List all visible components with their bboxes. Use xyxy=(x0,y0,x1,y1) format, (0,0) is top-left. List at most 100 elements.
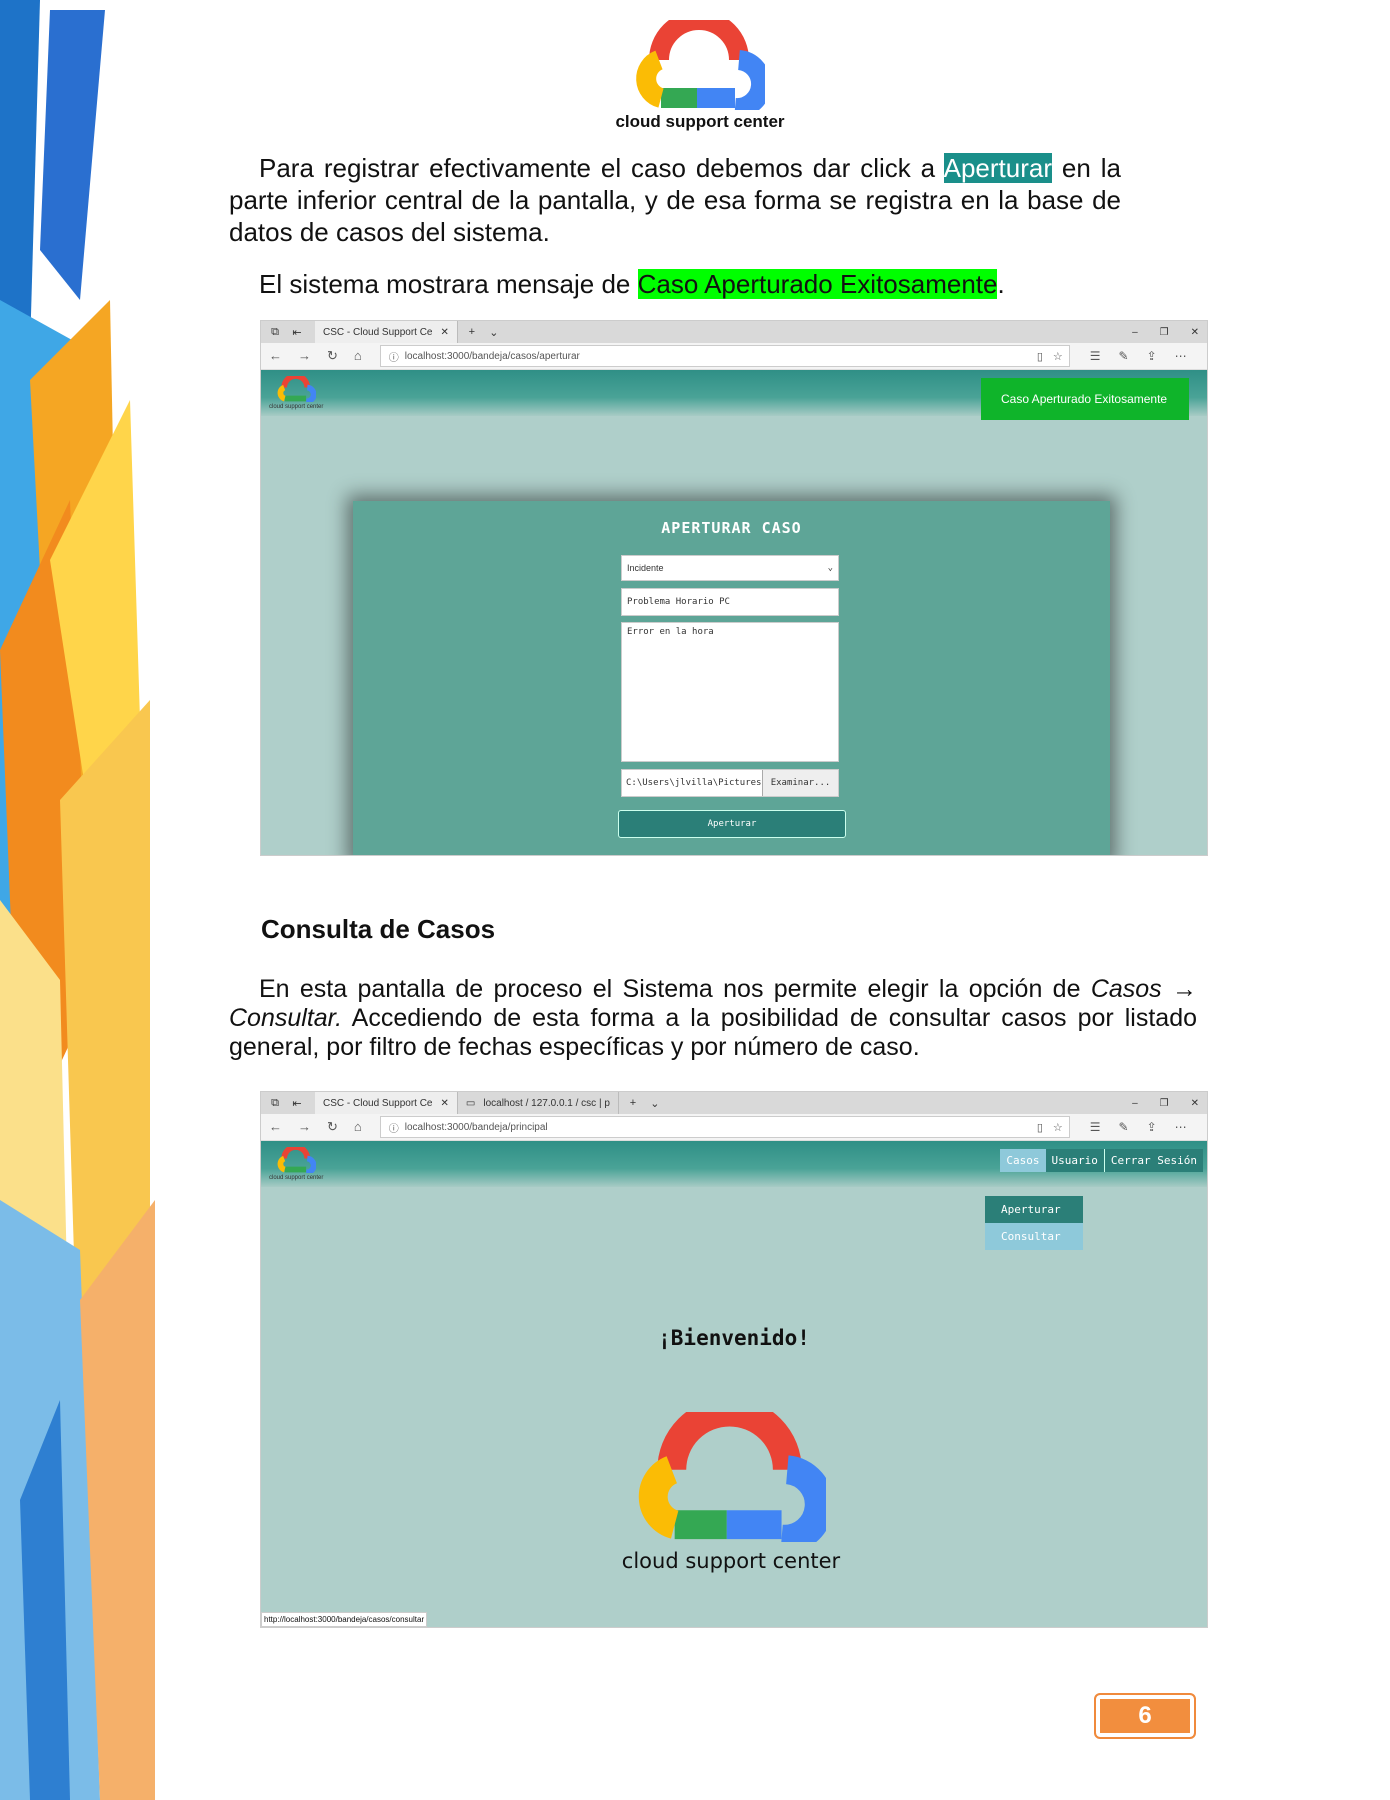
reading-view-icon[interactable]: ▯ xyxy=(1037,1121,1043,1134)
main-menu: Casos Usuario Cerrar Sesión xyxy=(1000,1149,1203,1172)
window-controls: – ❐ ✕ xyxy=(1132,1098,1207,1109)
dropdown-consultar[interactable]: Consultar xyxy=(985,1223,1083,1250)
tab-title: CSC - Cloud Support Ce xyxy=(323,326,433,338)
share-icon[interactable]: ⇪ xyxy=(1147,1120,1157,1134)
cloud-logo-icon xyxy=(638,1397,834,1554)
page-icon: ▭ xyxy=(465,1097,476,1109)
aperturar-button[interactable]: Aperturar xyxy=(618,810,846,838)
minimize-icon[interactable]: – xyxy=(1132,1098,1138,1109)
subject-input[interactable]: Problema Horario PC xyxy=(621,588,839,616)
home-icon[interactable]: ⌂ xyxy=(354,1119,362,1135)
refresh-icon[interactable]: ↻ xyxy=(327,1119,338,1135)
back-icon[interactable]: ← xyxy=(269,1119,282,1135)
file-input[interactable]: C:\Users\jlvilla\Pictures\He Examinar... xyxy=(621,769,839,797)
more-icon[interactable]: ⋯ xyxy=(1175,1120,1187,1134)
url-field[interactable]: ⓘ localhost:3000/bandeja/principal ▯ ☆ xyxy=(379,1116,1070,1138)
case-type-select[interactable]: Incidente ⌄ xyxy=(621,555,839,581)
dropdown-aperturar[interactable]: Aperturar xyxy=(985,1196,1083,1223)
more-icon[interactable]: ⋯ xyxy=(1175,349,1187,363)
tab-title: CSC - Cloud Support Ce xyxy=(323,1097,433,1109)
description-textarea[interactable]: Error en la hora xyxy=(621,622,839,762)
close-icon[interactable]: ✕ xyxy=(441,327,449,338)
share-icon[interactable]: ⇪ xyxy=(1147,349,1157,363)
app-logo[interactable]: cloud support center xyxy=(269,1144,324,1181)
restore-icon[interactable]: ❐ xyxy=(1160,327,1169,338)
forward-icon[interactable]: → xyxy=(298,1119,311,1135)
browser-tab[interactable]: CSC - Cloud Support Ce ✕ xyxy=(315,1092,458,1114)
favorites-icon[interactable]: ☰ xyxy=(1090,1120,1101,1134)
page-number: 6 xyxy=(1094,1693,1196,1739)
para3-text-start: En esta pantalla de proceso el Sistema n… xyxy=(259,975,1091,1003)
close-icon[interactable]: ✕ xyxy=(441,1098,449,1109)
welcome-heading: ¡Bienvenido! xyxy=(658,1326,810,1350)
file-path: C:\Users\jlvilla\Pictures\He xyxy=(626,778,762,788)
paragraph-consulta: En esta pantalla de proceso el Sistema n… xyxy=(229,975,1197,1062)
menu-cerrar-sesion[interactable]: Cerrar Sesión xyxy=(1103,1149,1203,1172)
back-icon[interactable]: ← xyxy=(269,348,282,364)
new-tab-icon[interactable]: + xyxy=(625,1097,641,1109)
menu-casos[interactable]: Casos xyxy=(1000,1149,1046,1172)
aperturar-form-panel: APERTURAR CASO Incidente ⌄ Problema Horar… xyxy=(353,501,1110,855)
star-icon[interactable]: ☆ xyxy=(1053,350,1063,363)
chevron-down-icon[interactable]: ⌄ xyxy=(486,326,502,339)
cloud-logo-icon xyxy=(277,1144,317,1176)
chevron-down-icon[interactable]: ⌄ xyxy=(647,1097,663,1110)
info-icon: ⓘ xyxy=(388,1123,399,1135)
browser-tab-bar: ⧉ ⇤ CSC - Cloud Support Ce ✕ + ⌄ – ❐ ✕ xyxy=(261,321,1207,343)
browse-button[interactable]: Examinar... xyxy=(762,770,838,796)
para3-text-end: Accediendo de esta forma a la posibilida… xyxy=(229,1004,1197,1061)
paragraph-aperturar: Para registrar efectivamente el caso deb… xyxy=(229,152,1121,248)
screenshot-aperturar-caso: ⧉ ⇤ CSC - Cloud Support Ce ✕ + ⌄ – ❐ ✕ ← … xyxy=(260,320,1208,856)
star-icon[interactable]: ☆ xyxy=(1053,1121,1063,1134)
close-window-icon[interactable]: ✕ xyxy=(1191,1098,1199,1109)
browser-tab-2[interactable]: ▭ localhost / 127.0.0.1 / csc | p xyxy=(457,1092,619,1114)
close-window-icon[interactable]: ✕ xyxy=(1191,327,1199,338)
restore-icon[interactable]: ❐ xyxy=(1160,1098,1169,1109)
pen-icon[interactable]: ✎ xyxy=(1119,349,1129,363)
app-logo[interactable]: cloud support center xyxy=(269,373,324,410)
app-header: cloud support center Caso Aperturado Exi… xyxy=(261,370,1207,420)
decorative-side-graphic xyxy=(0,0,160,1800)
browser-tab-bar: ⧉ ⇤ CSC - Cloud Support Ce ✕ ▭ localhost /… xyxy=(261,1092,1207,1114)
tab-list-icon[interactable]: ⧉ xyxy=(267,326,283,339)
section-title: Consulta de Casos xyxy=(261,914,496,944)
tab-list-icon[interactable]: ⧉ xyxy=(267,1097,283,1110)
window-controls: – ❐ ✕ xyxy=(1132,327,1207,338)
app-logo-text: cloud support center xyxy=(269,1175,324,1181)
url-text: localhost:3000/bandeja/casos/aperturar xyxy=(404,350,580,362)
minimize-icon[interactable]: – xyxy=(1132,327,1138,338)
para1-text-start: Para registrar efectivamente el caso deb… xyxy=(259,153,944,183)
favorites-icon[interactable]: ☰ xyxy=(1090,349,1101,363)
casos-dropdown: Aperturar Consultar xyxy=(985,1196,1083,1250)
para2-text-start: El sistema mostrara mensaje de xyxy=(259,269,638,299)
refresh-icon[interactable]: ↻ xyxy=(327,348,338,364)
brand-name: cloud support center xyxy=(615,112,785,131)
cloud-logo-icon xyxy=(277,373,317,405)
highlight-success: Caso Aperturado Exitosamente xyxy=(637,269,998,299)
success-toast: Caso Aperturado Exitosamente xyxy=(981,378,1189,420)
chevron-down-icon: ⌄ xyxy=(827,563,833,573)
paragraph-success-message: El sistema mostrara mensaje de Caso Aper… xyxy=(229,268,1121,300)
tab-back-icon[interactable]: ⇤ xyxy=(289,1097,305,1110)
app-logo-text: cloud support center xyxy=(269,404,324,410)
pen-icon[interactable]: ✎ xyxy=(1119,1120,1129,1134)
status-bar-url: http://localhost:3000/bandeja/casos/cons… xyxy=(261,1612,428,1627)
home-icon[interactable]: ⌂ xyxy=(354,348,362,364)
browser-tab[interactable]: CSC - Cloud Support Ce ✕ xyxy=(315,321,458,343)
url-text: localhost:3000/bandeja/principal xyxy=(404,1121,548,1133)
app-header: cloud support center Casos Usuario Cerra… xyxy=(261,1141,1207,1187)
screenshot-consulta-casos: ⧉ ⇤ CSC - Cloud Support Ce ✕ ▭ localhost /… xyxy=(260,1091,1208,1628)
tab-back-icon[interactable]: ⇤ xyxy=(289,326,305,339)
address-bar: ← → ↻ ⌂ ⓘ localhost:3000/bandeja/casos/a… xyxy=(261,343,1207,370)
forward-icon[interactable]: → xyxy=(298,348,311,364)
highlight-aperturar: Aperturar xyxy=(943,153,1053,183)
reading-view-icon[interactable]: ▯ xyxy=(1037,350,1043,363)
form-title: APERTURAR CASO xyxy=(661,519,802,537)
info-icon: ⓘ xyxy=(388,352,399,364)
menu-usuario[interactable]: Usuario xyxy=(1045,1149,1104,1172)
url-field[interactable]: ⓘ localhost:3000/bandeja/casos/aperturar… xyxy=(379,345,1070,367)
address-bar: ← → ↻ ⌂ ⓘ localhost:3000/bandeja/princip… xyxy=(261,1114,1207,1141)
app-main-logo: cloud support center xyxy=(601,1397,861,1573)
new-tab-icon[interactable]: + xyxy=(464,326,480,338)
tab2-title: localhost / 127.0.0.1 / csc | p xyxy=(483,1097,610,1109)
